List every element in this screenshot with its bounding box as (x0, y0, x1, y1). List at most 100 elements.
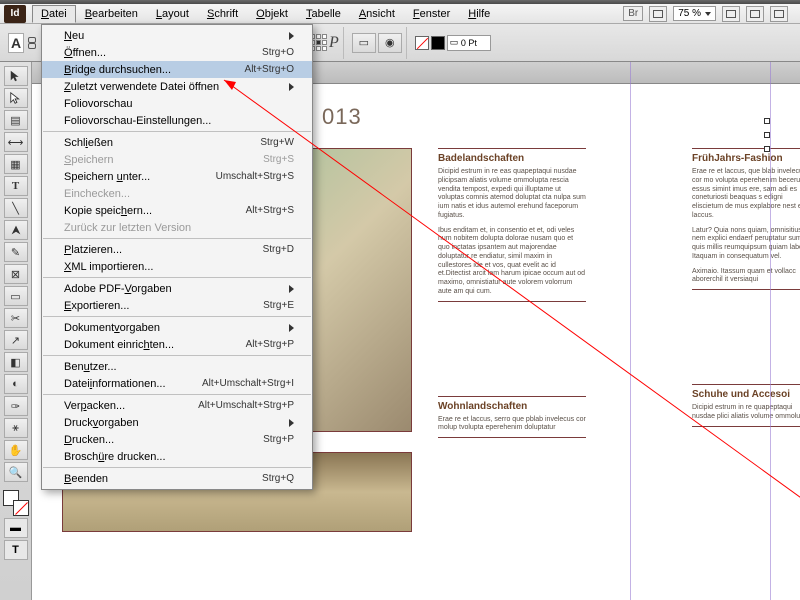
eyedropper-tool[interactable]: ⚹ (4, 418, 28, 438)
menu-item-label: Verpacken... (64, 400, 125, 412)
gradient-swatch-tool[interactable]: ◧ (4, 352, 28, 372)
scissors-tool[interactable]: ✂ (4, 308, 28, 328)
gradient-feather-tool[interactable]: ◐ (4, 374, 28, 394)
menu-separator (43, 355, 311, 356)
menu-item[interactable]: Broschüre drucken... (42, 448, 312, 465)
menu-item[interactable]: Verpacken...Alt+Umschalt+Strg+P (42, 397, 312, 414)
menu-hilfe[interactable]: Hilfe (459, 5, 499, 23)
text-frame-schuhe[interactable]: Schuhe und Accesoi Dicipid estrum in re … (692, 384, 800, 427)
menu-item-label: Beenden (64, 473, 108, 485)
menu-bearbeiten[interactable]: Bearbeiten (76, 5, 147, 23)
menu-item-label: XML importieren... (64, 261, 153, 273)
body-wohn: Erae re et laccus, serro que pblab invel… (438, 416, 586, 434)
free-transform-tool[interactable]: ↗ (4, 330, 28, 350)
menu-item[interactable]: Neu (42, 27, 312, 44)
menu-item[interactable]: Exportieren...Strg+E (42, 297, 312, 314)
menu-item: Einchecken... (42, 185, 312, 202)
body-schuhe: Dicipid estrum in re quapeptaqui nusdae … (692, 404, 800, 422)
text-frame-bade[interactable]: Badelandschaften Dicipid estrum in re ea… (438, 148, 586, 302)
menu-item-label: Dokument einrichten... (64, 339, 174, 351)
screen-layout-icon[interactable] (746, 6, 764, 22)
page-indicator-a[interactable]: A (8, 33, 24, 53)
menu-item[interactable]: Zuletzt verwendete Datei öffnen (42, 78, 312, 95)
zoom-select[interactable]: 75 % (673, 6, 716, 21)
menu-item-shortcut: Alt+Strg+P (246, 339, 294, 350)
rectangle-frame-tool[interactable]: ⊠ (4, 264, 28, 284)
menu-datei[interactable]: Datei (32, 5, 76, 23)
menu-item[interactable]: Benutzer... (42, 358, 312, 375)
zoom-tool[interactable]: 🔍 (4, 462, 28, 482)
text-frame-wohn[interactable]: Wohnlandschaften Erae re et laccus, serr… (438, 396, 586, 439)
menu-item-shortcut: Strg+W (260, 137, 294, 148)
selection-handle[interactable] (764, 146, 770, 152)
selection-handle[interactable] (764, 118, 770, 124)
menu-item[interactable]: Foliovorschau-Einstellungen... (42, 112, 312, 129)
fill-stroke-swatch[interactable] (3, 490, 29, 516)
gap-tool[interactable]: ⟷ (4, 132, 28, 152)
chevron-down-icon (705, 12, 711, 16)
guide-vertical[interactable] (630, 62, 631, 600)
page-heading: 013 (322, 104, 800, 130)
menu-tabelle[interactable]: Tabelle (297, 5, 350, 23)
body-bade-1: Dicipid estrum in re eas quapeptaqui nus… (438, 168, 586, 221)
heading-schuhe: Schuhe und Accesoi (692, 389, 800, 400)
menu-fenster[interactable]: Fenster (404, 5, 459, 23)
type-tool[interactable]: T (4, 176, 28, 196)
menu-item-label: Zuletzt verwendete Datei öffnen (64, 81, 219, 93)
link-icon[interactable] (26, 33, 38, 53)
paragraph-icon[interactable]: P (329, 34, 339, 52)
menu-item[interactable]: Dokument einrichten... Alt+Strg+P (42, 336, 312, 353)
stroke-swatch[interactable] (431, 36, 445, 50)
fill-swatch[interactable] (415, 36, 429, 50)
menu-item-label: Dateiinformationen... (64, 378, 166, 390)
menu-item[interactable]: Dokumentvorgaben (42, 319, 312, 336)
menu-item-shortcut: Strg+Q (262, 473, 294, 484)
menu-item-shortcut: Strg+O (262, 47, 294, 58)
menu-item[interactable]: Platzieren...Strg+D (42, 241, 312, 258)
menu-schrift[interactable]: Schrift (198, 5, 247, 23)
pencil-tool[interactable]: ✎ (4, 242, 28, 262)
menu-item[interactable]: Drucken...Strg+P (42, 431, 312, 448)
menu-item[interactable]: Foliovorschau (42, 95, 312, 112)
menu-item[interactable]: XML importieren... (42, 258, 312, 275)
screen-mode-icon[interactable] (649, 6, 667, 22)
menu-item-label: Druckvorgaben (64, 417, 139, 429)
menu-item[interactable]: Öffnen...Strg+O (42, 44, 312, 61)
selection-tool[interactable] (4, 66, 28, 86)
menu-item-label: Einchecken... (64, 188, 130, 200)
guide-vertical-2[interactable] (770, 62, 771, 600)
arrange-icon[interactable] (770, 6, 788, 22)
menu-item[interactable]: Adobe PDF-Vorgaben (42, 280, 312, 297)
bridge-button[interactable]: Br (623, 6, 643, 21)
menu-layout[interactable]: Layout (147, 5, 198, 23)
content-collector-tool[interactable]: ▦ (4, 154, 28, 174)
menu-ansicht[interactable]: Ansicht (350, 5, 404, 23)
apply-color-icon[interactable]: ▬ (4, 518, 28, 538)
menu-item: SpeichernStrg+S (42, 151, 312, 168)
menu-item[interactable]: Kopie speichern...Alt+Strg+S (42, 202, 312, 219)
rectangle-tool[interactable]: ▭ (4, 286, 28, 306)
menu-item-label: Neu (64, 30, 84, 42)
menu-item[interactable]: Bridge durchsuchen...Alt+Strg+O (42, 61, 312, 78)
formatting-text-icon[interactable]: T (4, 540, 28, 560)
menu-item[interactable]: Dateiinformationen...Alt+Umschalt+Strg+I (42, 375, 312, 392)
view-options-icon[interactable] (722, 6, 740, 22)
menu-item[interactable]: Beenden Strg+Q (42, 470, 312, 487)
menu-separator (43, 131, 311, 132)
menu-item[interactable]: SchließenStrg+W (42, 134, 312, 151)
page-tool[interactable]: ▤ (4, 110, 28, 130)
menu-item[interactable]: Speichern unter...Umschalt+Strg+S (42, 168, 312, 185)
select-content-icon[interactable]: ◉ (378, 33, 402, 53)
stroke-weight-field[interactable]: ▭ 0 Pt (447, 35, 491, 51)
text-frame-fashion[interactable]: FrühJahrs-Fashion Erae re et laccus, que… (692, 148, 800, 290)
note-tool[interactable]: ✑ (4, 396, 28, 416)
menu-item-label: Adobe PDF-Vorgaben (64, 283, 172, 295)
line-tool[interactable]: ╲ (4, 198, 28, 218)
menu-objekt[interactable]: Objekt (247, 5, 297, 23)
menu-item[interactable]: Druckvorgaben (42, 414, 312, 431)
hand-tool[interactable]: ✋ (4, 440, 28, 460)
select-container-icon[interactable]: ▭ (352, 33, 376, 53)
direct-selection-tool[interactable] (4, 88, 28, 108)
pen-tool[interactable] (4, 220, 28, 240)
selection-handle[interactable] (764, 132, 770, 138)
